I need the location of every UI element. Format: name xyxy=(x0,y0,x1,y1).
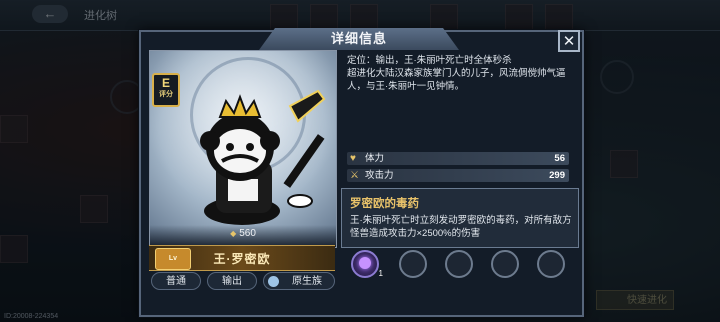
gem-icon xyxy=(359,257,371,269)
skill-name: 罗密欧的毒药 xyxy=(350,198,419,210)
skill-description: 王·朱丽叶死亡时立刻发动罗密欧的毒药，对所有敌方怪兽造成攻击力×2500%的伤害 xyxy=(350,215,572,239)
role-tag: 输出 xyxy=(207,272,257,290)
character-name-bar: Lv 王·罗密欧 xyxy=(149,245,335,271)
character-description: 定位：输出，王·朱丽叶死亡时全体秒杀 超进化大陆汉森家族掌门人的儿子，风流倜傥帅… xyxy=(347,55,566,92)
skill-panel: 罗密欧的毒药 王·朱丽叶死亡时立刻发动罗密欧的毒药，对所有敌方怪兽造成攻击力×2… xyxy=(341,188,579,248)
race-icon xyxy=(268,276,279,287)
dialog-title: 详细信息 xyxy=(259,28,459,50)
stat-stamina: ♥ 体力 56 xyxy=(347,152,569,165)
race-tag: 原生族 xyxy=(263,272,335,290)
power-value: ◆ 560 xyxy=(230,228,256,239)
heart-icon: ♥ xyxy=(350,153,356,164)
equipment-slot-1[interactable]: 1 xyxy=(351,250,383,278)
sword-icon: ⚔ xyxy=(350,170,359,181)
equipment-slot-4[interactable] xyxy=(491,250,519,278)
equipment-slot-3[interactable] xyxy=(445,250,473,278)
character-name: 王·罗密欧 xyxy=(213,252,271,266)
character-portrait: E 评分 ◆ 560 xyxy=(149,50,337,248)
rarity-tag: 普通 xyxy=(151,272,201,290)
equipment-slot-2[interactable] xyxy=(399,250,427,278)
close-icon: ✕ xyxy=(562,33,576,50)
character-tags: 普通 输出 原生族 xyxy=(149,272,335,290)
equipment-slot-5[interactable] xyxy=(537,250,565,278)
close-button[interactable]: ✕ xyxy=(558,30,580,52)
rating-badge: E 评分 xyxy=(152,73,180,107)
detail-dialog: 详细信息 ✕ E 评分 ◆ 560 Lv 王·罗密欧 普通 输出 原生族 定位：… xyxy=(139,28,584,317)
stat-attack: ⚔ 攻击力 299 xyxy=(347,169,569,182)
diamond-icon: ◆ xyxy=(230,229,237,238)
